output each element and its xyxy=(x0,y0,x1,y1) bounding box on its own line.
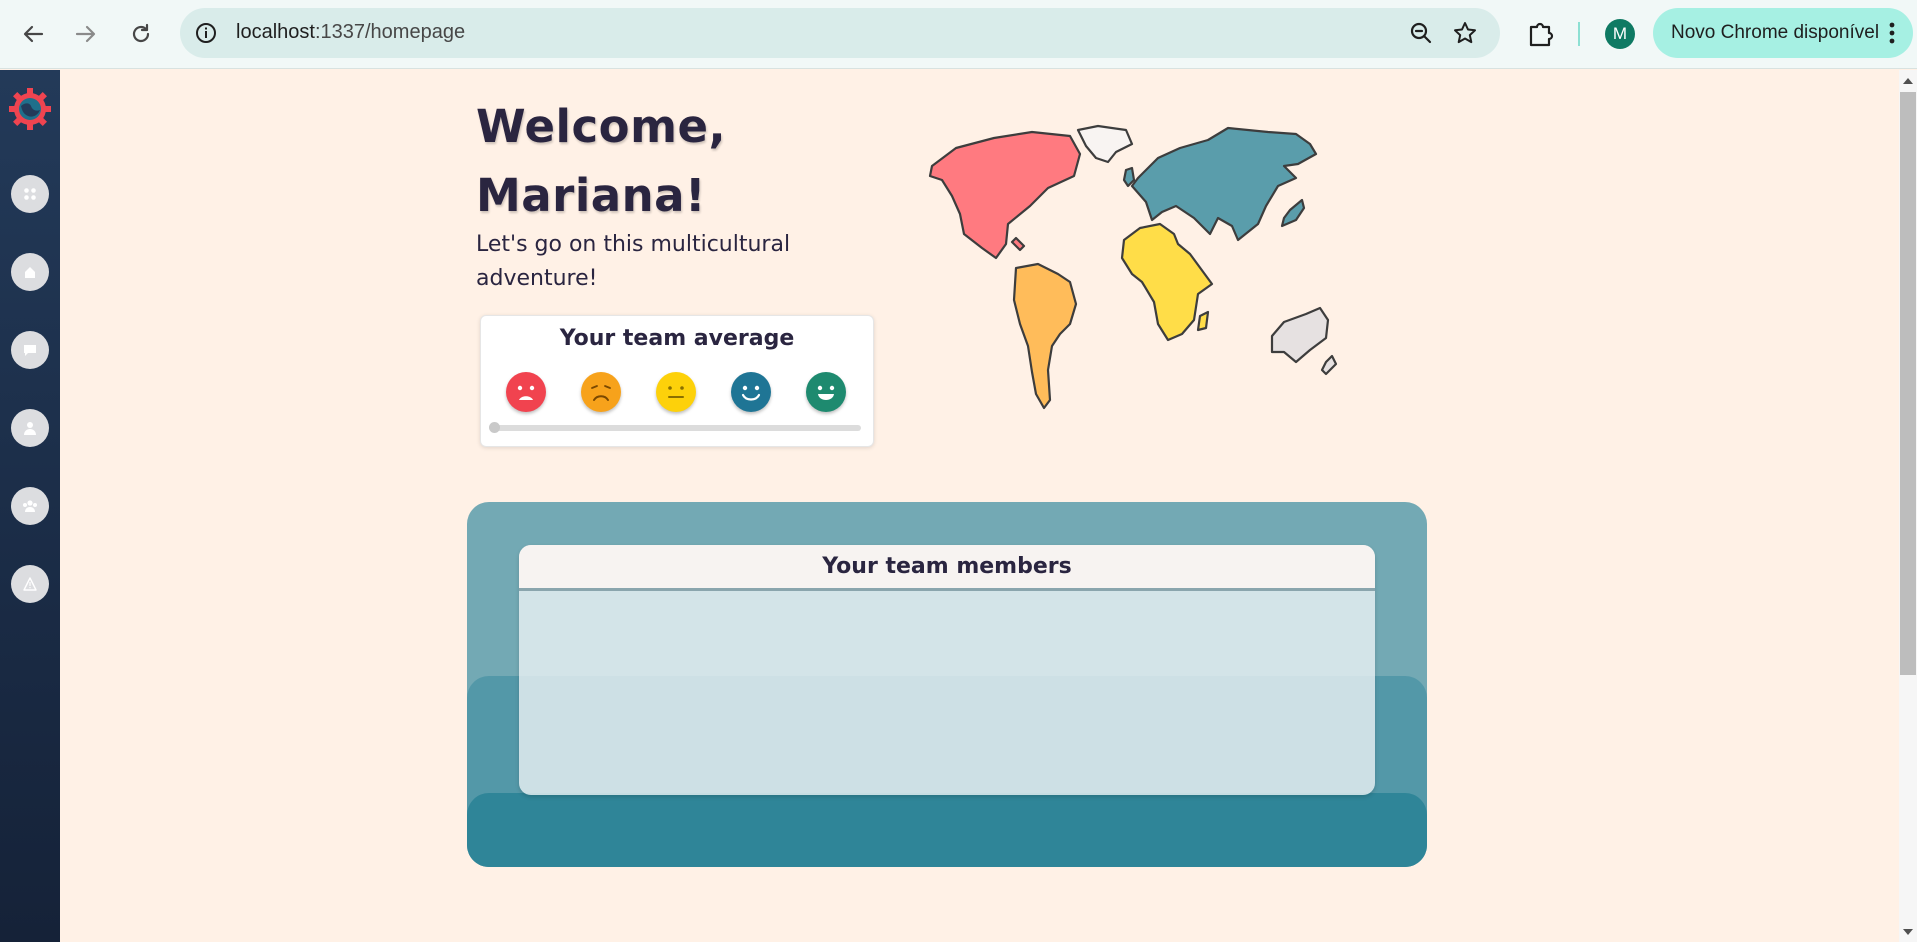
back-button[interactable] xyxy=(13,14,53,54)
scroll-down-arrow-icon[interactable] xyxy=(1902,927,1914,937)
happy-face-icon[interactable] xyxy=(731,372,771,412)
app-logo-icon[interactable] xyxy=(7,86,53,132)
sidebar-item-profile[interactable] xyxy=(11,409,49,447)
sidebar-item-home[interactable] xyxy=(11,253,49,291)
team-average-title: Your team average xyxy=(559,326,795,351)
reload-icon xyxy=(132,23,150,43)
url-path: :1337/homepage xyxy=(314,21,466,43)
team-average-card: Your team average xyxy=(480,315,874,447)
new-zealand-shape xyxy=(1320,354,1338,376)
north-america-shape xyxy=(928,130,1082,260)
south-america-shape xyxy=(1012,262,1078,410)
forward-button[interactable] xyxy=(66,14,106,54)
japan-shape xyxy=(1280,198,1306,228)
very-happy-face-icon[interactable] xyxy=(806,372,846,412)
team-members-section: Your team members xyxy=(467,502,1427,867)
welcome-heading: Welcome, Mariana! xyxy=(476,92,876,230)
team-members-header: Your team members xyxy=(519,545,1375,591)
chrome-update-button[interactable]: Novo Chrome disponível xyxy=(1653,8,1913,58)
team-members-title: Your team members xyxy=(822,554,1072,579)
greenland-shape xyxy=(1076,124,1134,164)
url-text[interactable]: localhost:1337/homepage xyxy=(236,21,465,44)
sidebar xyxy=(0,70,60,942)
australia-shape xyxy=(1270,306,1330,364)
madagascar-shape xyxy=(1196,310,1210,332)
warning-icon xyxy=(23,577,37,591)
welcome-name: Mariana! xyxy=(476,169,707,222)
sidebar-item-alerts[interactable] xyxy=(11,565,49,603)
arrow-left-icon xyxy=(23,25,44,43)
uk-shape xyxy=(1122,166,1136,188)
sidebar-item-chat[interactable] xyxy=(11,331,49,369)
chat-bubble-icon xyxy=(24,345,36,356)
scroll-up-arrow-icon[interactable] xyxy=(1902,76,1914,86)
grid-icon xyxy=(24,188,36,200)
zoom-icon[interactable] xyxy=(1408,20,1434,46)
sad-face-icon[interactable] xyxy=(581,372,621,412)
person-icon xyxy=(24,422,36,435)
neutral-face-icon[interactable] xyxy=(656,372,696,412)
arrow-right-icon xyxy=(75,25,96,43)
url-host: localhost xyxy=(236,21,315,43)
welcome-subtitle: Let's go on this multicultural adventure… xyxy=(476,232,791,291)
sidebar-item-team[interactable] xyxy=(11,487,49,525)
browser-toolbar: localhost:1337/homepage M Novo Chrome di… xyxy=(0,0,1917,69)
team-average-slider[interactable] xyxy=(493,425,861,431)
sidebar-item-dashboard[interactable] xyxy=(11,175,49,213)
reload-button[interactable] xyxy=(121,14,161,54)
profile-avatar[interactable]: M xyxy=(1605,19,1635,49)
world-map-illustration xyxy=(928,124,1338,410)
extensions-icon[interactable] xyxy=(1523,16,1557,50)
address-bar[interactable]: localhost:1337/homepage xyxy=(180,8,1500,58)
chrome-update-label: Novo Chrome disponível xyxy=(1671,22,1880,43)
background-wave-bottom xyxy=(467,793,1427,867)
house-icon xyxy=(25,267,35,278)
team-average-slider-thumb[interactable] xyxy=(489,422,500,433)
scrollbar-thumb[interactable] xyxy=(1900,92,1916,675)
very-sad-face-icon[interactable] xyxy=(506,372,546,412)
team-members-card: Your team members xyxy=(519,545,1375,795)
toolbar-separator xyxy=(1578,22,1580,46)
more-menu-icon[interactable] xyxy=(1889,21,1895,45)
site-info-icon[interactable] xyxy=(194,21,218,45)
central-america-shape xyxy=(1010,236,1026,252)
bookmark-star-icon[interactable] xyxy=(1452,20,1478,46)
welcome-line1: Welcome, xyxy=(476,100,727,153)
group-icon xyxy=(23,500,37,512)
